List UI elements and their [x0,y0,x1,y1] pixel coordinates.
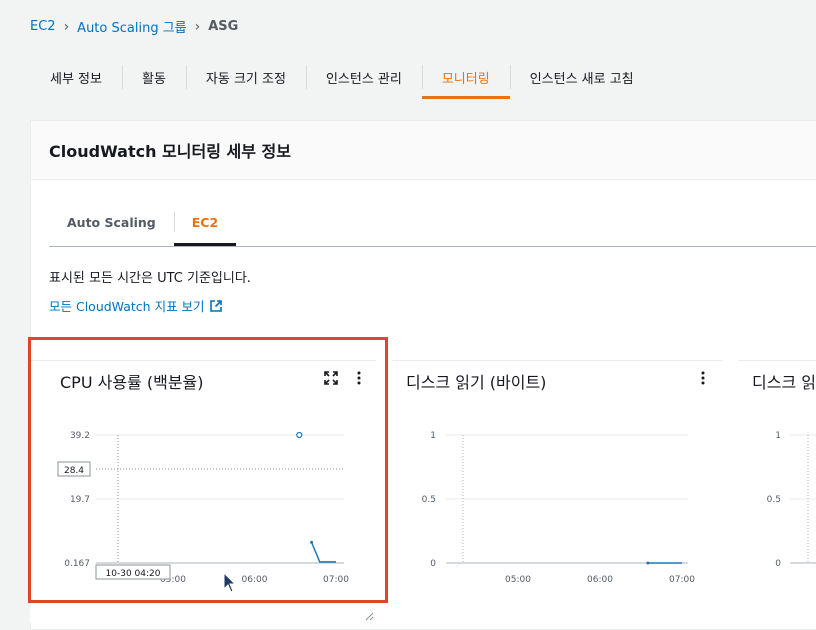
breadcrumb: EC2 › Auto Scaling 그룹 › ASG [30,17,239,37]
tab-automatic-scaling[interactable]: 자동 크기 조정 [185,58,306,96]
disk-read-widget: 디스크 읽기 (바이트) [392,360,722,623]
chevron-right-icon: › [63,18,70,35]
tab-instance-refresh[interactable]: 인스턴스 새로 고침 [509,58,654,96]
tab-monitoring[interactable]: 모니터링 [421,58,510,99]
timezone-note: 표시된 모든 시간은 UTC 기준입니다. [49,271,251,286]
chevron-right-icon: › [194,18,201,35]
breadcrumb-auto-scaling-groups[interactable]: Auto Scaling 그룹 [77,17,186,36]
disk-read-widget-title: 디스크 읽기 (바이트) [406,373,547,392]
external-link-icon [209,299,222,312]
tab-activity[interactable]: 활동 [121,58,186,96]
tab-instance-management[interactable]: 인스턴스 관리 [305,58,422,96]
main-tabs: 세부 정보 활동 자동 크기 조정 인스턴스 관리 모니터링 인스턴스 새로 고… [30,58,654,102]
disk-read-widget-partial: 디스크 읽 [738,360,816,623]
breadcrumb-ec2[interactable]: EC2 [30,19,56,34]
subtab-auto-scaling[interactable]: Auto Scaling [49,201,174,243]
cloudwatch-link-label: 모든 CloudWatch 지표 보기 [49,299,205,314]
sub-tabs: Auto Scaling EC2 [49,201,816,247]
cloudwatch-metrics-link[interactable]: 모든 CloudWatch 지표 보기 [49,296,222,315]
tab-details[interactable]: 세부 정보 [30,58,122,96]
mouse-cursor-icon [223,572,237,593]
subtab-ec2[interactable]: EC2 [173,201,237,246]
breadcrumb-current: ASG [208,19,239,34]
partial-widget-title: 디스크 읽 [752,373,816,392]
highlight-box [28,337,388,603]
resize-handle-icon[interactable] [362,609,374,621]
panel-title: CloudWatch 모니터링 세부 정보 [31,121,816,180]
more-options-icon[interactable] [696,371,710,385]
